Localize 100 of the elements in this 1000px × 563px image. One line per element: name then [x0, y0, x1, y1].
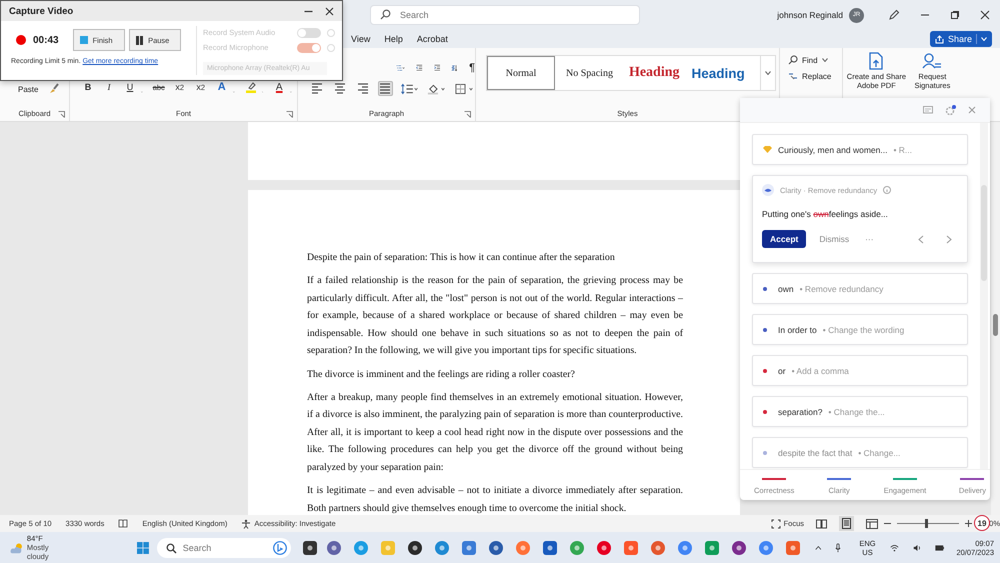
menu-tab[interactable]: Acrobat: [416, 34, 448, 44]
scrollbar[interactable]: [991, 122, 1000, 515]
style-option[interactable]: Heading: [684, 56, 752, 90]
launcher-icon[interactable]: [464, 111, 471, 118]
suggestion-hint: • Change...: [858, 448, 900, 458]
microphone-icon[interactable]: [835, 542, 842, 554]
paragraph: It is legitimate – and even advisable – not to initiate a divorce immediately after separation. Both partners should give themselves enough time to overcome the initial shock.: [307, 484, 683, 515]
clarity-icon: [762, 184, 774, 196]
page-icon: [842, 518, 851, 529]
taskbar-search-field[interactable]: Search: [156, 538, 291, 558]
suggestion-card[interactable]: own • Remove redundancy: [752, 273, 968, 304]
signature-icon: [921, 52, 944, 70]
suggestion-term: Curiously, men and women...: [778, 144, 888, 154]
suggestion-card[interactable]: In order to • Change the wording: [752, 314, 968, 345]
menu-tab[interactable]: View: [351, 34, 370, 44]
chevron-up-icon[interactable]: [814, 544, 822, 550]
align-center-button[interactable]: [332, 81, 348, 96]
toggle-switch[interactable]: [297, 42, 321, 52]
align-right-button[interactable]: [355, 81, 370, 96]
share-icon: [934, 34, 944, 44]
windows-start-icon[interactable]: [136, 540, 149, 556]
settings-icon[interactable]: [945, 104, 956, 116]
print-layout-button[interactable]: [839, 516, 854, 531]
suggestion-term: In order to: [778, 324, 817, 334]
pdf-icon: [868, 52, 884, 70]
align-justify-button[interactable]: [378, 81, 393, 96]
suggestion-card[interactable]: or • Add a comma: [752, 355, 968, 386]
launcher-icon[interactable]: [286, 111, 293, 118]
line-spacing-icon[interactable]: [400, 82, 419, 94]
borders-icon[interactable]: [454, 82, 476, 94]
suggestion-card[interactable]: separation? • Change the...: [752, 396, 968, 427]
suggestion-card[interactable]: Curiously, men and women... • R...: [752, 134, 968, 165]
suggestion-hint: • Remove redundancy: [800, 284, 884, 294]
search-field[interactable]: Search: [370, 5, 640, 25]
menu-tab[interactable]: Help: [384, 34, 403, 44]
paragraph: After a breakup, many people find themselves in an extremely emotional situation. However, if a divorce is also imminent, the paralyzing pain of separation is more than counterproductive. After all, it is important to keep a cool head right now in the dispute over possessions and the like. The following procedures can help you get the divorce off the ground without being paralyzed by your separation pain:: [307, 390, 683, 476]
zoom-in-button[interactable]: [965, 520, 972, 527]
text-effects-button[interactable]: A: [212, 80, 232, 94]
shading-icon[interactable]: [426, 82, 447, 94]
align-center-icon: [334, 83, 346, 94]
dismiss-button[interactable]: Dismiss: [816, 234, 852, 244]
suggestion-hint: • R...: [893, 144, 912, 154]
search-icon: [380, 9, 391, 20]
style-option[interactable]: No Spacing: [555, 56, 624, 90]
style-option[interactable]: Normal: [487, 56, 555, 90]
paragraph: The divorce is imminent and the feelings are riding a roller coaster?: [307, 368, 576, 382]
suggestion-hint: • Add a comma: [792, 366, 849, 376]
app-icon[interactable]: [542, 540, 558, 556]
search-icon: [166, 542, 177, 554]
accept-button[interactable]: Accept: [762, 230, 806, 248]
suggestion-term: or: [778, 366, 786, 376]
recording-timer: 00:43: [33, 34, 59, 46]
style-option[interactable]: Heading: [624, 56, 685, 90]
underline-button[interactable]: U: [120, 80, 140, 94]
italic-button[interactable]: I: [99, 80, 119, 94]
close-icon[interactable]: [980, 10, 990, 20]
focus-icon: [770, 518, 781, 528]
scrollbar[interactable]: [980, 123, 988, 469]
brush-icon[interactable]: [48, 82, 60, 94]
zoom-out-button[interactable]: [884, 520, 891, 527]
suggestion-term: despite the fact that: [778, 448, 852, 458]
toggle-switch[interactable]: [297, 28, 321, 38]
paragraph: Despite the pain of separation: This is how it can continue after the separation: [307, 251, 616, 265]
window-title: Capture Video: [9, 6, 74, 16]
previous-icon[interactable]: [918, 234, 924, 244]
restore-icon[interactable]: [950, 10, 960, 20]
read-mode-icon[interactable]: [816, 518, 827, 528]
replace-icon: [788, 71, 798, 81]
close-icon[interactable]: [325, 6, 334, 16]
align-justify-icon: [379, 83, 392, 94]
suggestion-term: own: [778, 284, 794, 294]
show-marks-button[interactable]: ¶: [469, 62, 475, 74]
minus-icon: [884, 520, 891, 527]
app-icon[interactable]: [730, 540, 747, 556]
web-layout-icon[interactable]: [866, 518, 878, 528]
find-button[interactable]: Find: [788, 55, 842, 65]
speaker-icon[interactable]: [912, 542, 921, 552]
app-icon[interactable]: [406, 540, 423, 556]
next-icon[interactable]: [946, 234, 952, 244]
replace-button[interactable]: Replace: [788, 71, 842, 81]
paste-button[interactable]: Paste: [18, 85, 38, 94]
launcher-icon[interactable]: [58, 111, 65, 118]
suggestion-hint: • Change the wording: [822, 324, 904, 334]
book-icon[interactable]: [118, 519, 128, 528]
wifi-icon[interactable]: [890, 542, 899, 552]
app-icon[interactable]: [302, 540, 318, 556]
suggestion-text: Putting one's ownfeelings aside...: [762, 209, 889, 219]
align-left-button[interactable]: [310, 81, 325, 96]
battery-icon[interactable]: [934, 544, 944, 552]
app-icon[interactable]: [488, 540, 504, 556]
font-color-button[interactable]: A: [269, 80, 290, 94]
sort-icon[interactable]: [451, 62, 458, 74]
bold-button[interactable]: B: [78, 80, 98, 94]
gem-icon: [763, 146, 772, 153]
suggestion-term: separation?: [778, 406, 822, 416]
notification-badge: 19: [974, 515, 990, 531]
more-button[interactable]: ···: [862, 234, 877, 244]
pen-icon[interactable]: [888, 9, 900, 21]
accessibility-icon: [241, 518, 252, 528]
share-button[interactable]: Share: [930, 31, 992, 47]
